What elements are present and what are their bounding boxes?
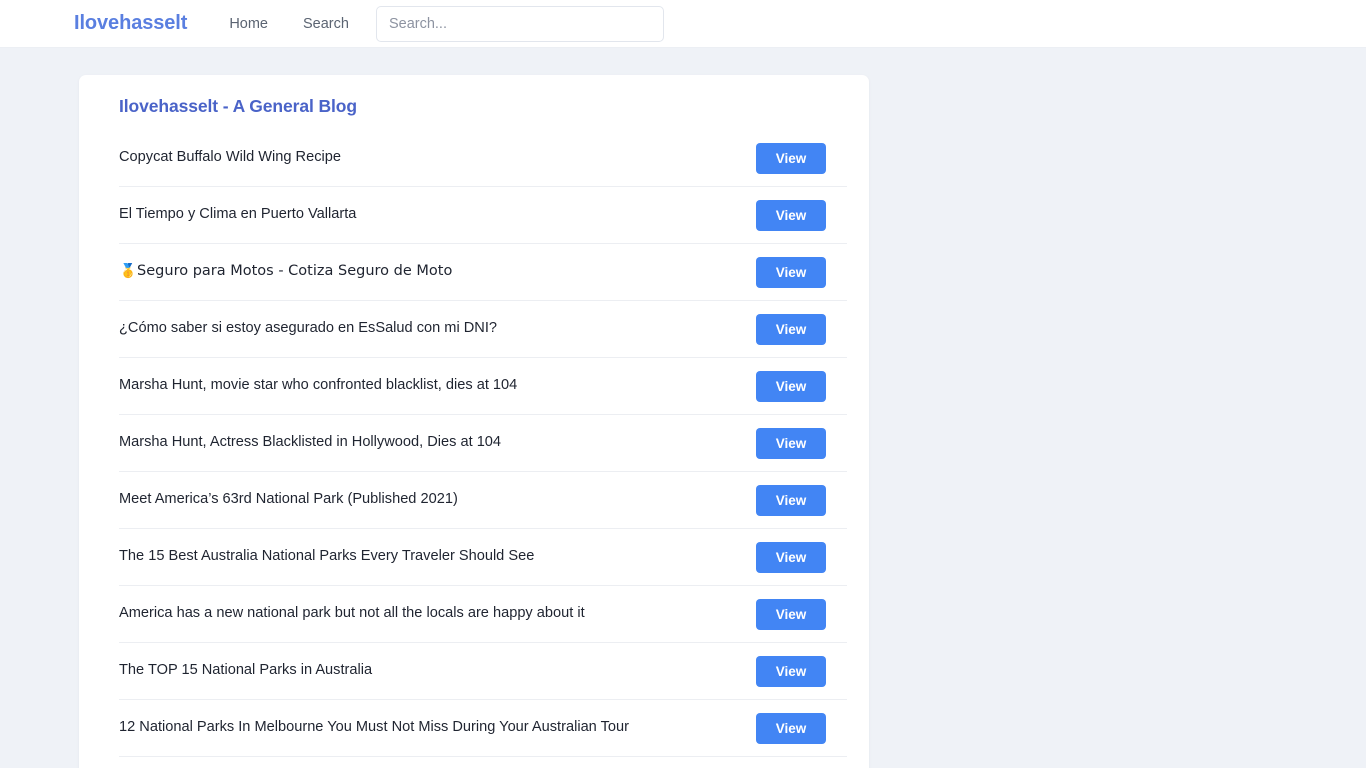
nav-link-search[interactable]: Search [303, 16, 349, 32]
list-item[interactable]: What Are the 10 Newest National Parks in… [119, 757, 847, 768]
page-title: Ilovehasselt - A General Blog [119, 96, 357, 116]
top-navbar: Ilovehasselt Home Search [0, 0, 1366, 48]
post-title: The TOP 15 National Parks in Australia [119, 662, 373, 679]
view-button[interactable]: View [756, 256, 826, 288]
post-title: Copycat Buffalo Wild Wing Recipe [119, 149, 341, 166]
search-box [375, 5, 664, 42]
brand-logo[interactable]: Ilovehasselt [74, 12, 187, 35]
view-button[interactable]: View [756, 541, 826, 573]
view-button[interactable]: View [756, 598, 826, 630]
post-title: 12 National Parks In Melbourne You Must … [119, 719, 629, 736]
view-button[interactable]: View [756, 427, 826, 459]
list-item[interactable]: Meet America’s 63rd National Park (Publi… [119, 472, 847, 529]
list-item[interactable]: America has a new national park but not … [119, 586, 847, 643]
view-button[interactable]: View [756, 370, 826, 402]
list-item[interactable]: Marsha Hunt, Actress Blacklisted in Holl… [119, 415, 847, 472]
post-title: The 15 Best Australia National Parks Eve… [119, 548, 535, 565]
list-item[interactable]: Copycat Buffalo Wild Wing Recipe View [119, 130, 847, 187]
list-item[interactable]: 🥇Seguro para Motos - Cotiza Seguro de Mo… [119, 244, 847, 301]
post-title: Marsha Hunt, Actress Blacklisted in Holl… [119, 434, 502, 451]
list-item[interactable]: 12 National Parks In Melbourne You Must … [119, 700, 847, 757]
post-list: Copycat Buffalo Wild Wing Recipe View El… [79, 130, 869, 768]
blog-card: Ilovehasselt - A General Blog Copycat Bu… [79, 75, 869, 768]
view-button[interactable]: View [756, 484, 826, 516]
list-item[interactable]: ¿Cómo saber si estoy asegurado en EsSalu… [119, 301, 847, 358]
post-title: 🥇Seguro para Motos - Cotiza Seguro de Mo… [119, 263, 453, 280]
list-item[interactable]: The 15 Best Australia National Parks Eve… [119, 529, 847, 586]
view-button[interactable]: View [756, 313, 826, 345]
post-title: Meet America’s 63rd National Park (Publi… [119, 491, 458, 508]
search-input[interactable] [375, 5, 664, 42]
post-title: ¿Cómo saber si estoy asegurado en EsSalu… [119, 320, 497, 337]
nav-link-home[interactable]: Home [229, 16, 268, 32]
view-button[interactable]: View [756, 655, 826, 687]
nav-links: Home Search [229, 16, 349, 32]
view-button[interactable]: View [756, 142, 826, 174]
list-item[interactable]: Marsha Hunt, movie star who confronted b… [119, 358, 847, 415]
view-button[interactable]: View [756, 712, 826, 744]
post-title: America has a new national park but not … [119, 605, 585, 622]
post-title: Marsha Hunt, movie star who confronted b… [119, 377, 518, 394]
list-item[interactable]: El Tiempo y Clima en Puerto Vallarta Vie… [119, 187, 847, 244]
page-body: Ilovehasselt - A General Blog Copycat Bu… [0, 48, 1366, 768]
list-item[interactable]: The TOP 15 National Parks in Australia V… [119, 643, 847, 700]
view-button[interactable]: View [756, 199, 826, 231]
post-title: El Tiempo y Clima en Puerto Vallarta [119, 206, 357, 223]
